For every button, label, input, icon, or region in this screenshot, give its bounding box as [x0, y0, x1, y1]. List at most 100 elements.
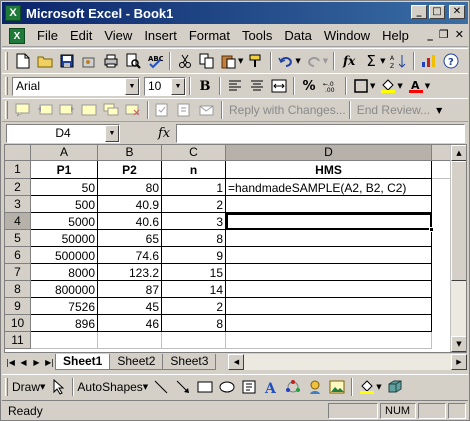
cell-d2[interactable]: =handmadeSAMPLE(A2, B2, C2): [226, 179, 432, 196]
print-preview-icon[interactable]: [123, 51, 143, 71]
cell-c11[interactable]: [162, 332, 226, 349]
row-header[interactable]: 4: [5, 213, 31, 230]
cell-b4[interactable]: 40.6: [98, 213, 162, 230]
borders-icon[interactable]: [351, 76, 371, 96]
oval-icon[interactable]: [217, 377, 237, 397]
cell-a4[interactable]: 5000: [31, 213, 98, 230]
scroll-down-button[interactable]: ▼: [451, 336, 466, 352]
arrow-icon[interactable]: [173, 377, 193, 397]
minimize-button[interactable]: _: [411, 5, 427, 19]
show-all-comments-icon[interactable]: [101, 100, 121, 120]
redo-dropdown-arrow[interactable]: ▼: [323, 57, 328, 65]
row-header[interactable]: 10: [5, 315, 31, 332]
scroll-up-button[interactable]: ▲: [451, 145, 466, 161]
font-name-dropdown[interactable]: Arial ▼: [12, 76, 140, 96]
percent-style-icon[interactable]: %: [299, 76, 319, 96]
toolbar-grip[interactable]: [5, 52, 8, 70]
title-bar[interactable]: X Microsoft Excel - Book1 _ □ ✕: [2, 2, 468, 24]
toolbar-options-arrow[interactable]: ▼: [436, 106, 442, 115]
cell-d8[interactable]: [226, 281, 432, 298]
name-box-dropdown-arrow[interactable]: ▼: [105, 124, 119, 142]
cell-a11[interactable]: [31, 332, 98, 349]
cell-b8[interactable]: 87: [98, 281, 162, 298]
chart-wizard-icon[interactable]: [419, 51, 439, 71]
borders-dropdown-arrow[interactable]: ▼: [370, 82, 375, 90]
sort-ascending-icon[interactable]: AZ: [389, 51, 409, 71]
cell-c7[interactable]: 15: [162, 264, 226, 281]
cell-a2[interactable]: 50: [31, 179, 98, 196]
track-changes-icon[interactable]: [153, 100, 173, 120]
first-sheet-button[interactable]: |◀: [4, 355, 17, 370]
cell-c10[interactable]: 8: [162, 315, 226, 332]
row-header[interactable]: 2: [5, 179, 31, 196]
draw-fill-color-dropdown-arrow[interactable]: ▼: [376, 383, 381, 391]
sheet-tab-sheet2[interactable]: Sheet2: [109, 354, 164, 370]
insert-function-button[interactable]: fx: [158, 126, 170, 141]
cell-b11[interactable]: [98, 332, 162, 349]
cell-d9[interactable]: [226, 298, 432, 315]
header-cell-b1[interactable]: P2: [98, 161, 162, 179]
increase-decimal-icon[interactable]: ←.0.00: [321, 76, 341, 96]
autosum-icon[interactable]: Σ: [361, 51, 381, 71]
cell-a7[interactable]: 8000: [31, 264, 98, 281]
row-header[interactable]: 3: [5, 196, 31, 213]
cell-d6[interactable]: [226, 247, 432, 264]
fill-color-icon[interactable]: [378, 76, 398, 96]
cell-b10[interactable]: 46: [98, 315, 162, 332]
cell-c5[interactable]: 8: [162, 230, 226, 247]
align-left-icon[interactable]: [225, 76, 245, 96]
next-sheet-button[interactable]: ▶: [30, 355, 43, 370]
font-color-dropdown-arrow[interactable]: ▼: [425, 82, 430, 90]
row-header[interactable]: 6: [5, 247, 31, 264]
sheet-tab-sheet3[interactable]: Sheet3: [162, 354, 217, 370]
doc-restore-icon[interactable]: ❐: [439, 28, 449, 41]
header-cell-d1[interactable]: HMS: [226, 161, 432, 179]
toolbar-grip[interactable]: [5, 77, 8, 95]
diagram-icon[interactable]: [283, 377, 303, 397]
toolbar-grip[interactable]: [5, 101, 8, 119]
column-header-c[interactable]: C: [162, 145, 226, 161]
cell-d10[interactable]: [226, 315, 432, 332]
cell-b3[interactable]: 40.9: [98, 196, 162, 213]
font-size-dropdown[interactable]: 10 ▼: [144, 76, 186, 96]
send-to-mail-icon[interactable]: [197, 100, 217, 120]
fill-color-dropdown-arrow[interactable]: ▼: [397, 82, 402, 90]
vertical-scrollbar[interactable]: ▲ ▼: [450, 145, 466, 352]
draw-menu-button[interactable]: Draw: [12, 380, 40, 394]
header-cell-a1[interactable]: P1: [31, 161, 98, 179]
print-icon[interactable]: [101, 51, 121, 71]
select-objects-icon[interactable]: [48, 377, 68, 397]
row-header[interactable]: 7: [5, 264, 31, 281]
save-icon[interactable]: [57, 51, 77, 71]
cell-c2[interactable]: 1: [162, 179, 226, 196]
help-icon[interactable]: ?: [441, 51, 461, 71]
spelling-icon[interactable]: ABC: [145, 51, 165, 71]
doc-close-icon[interactable]: ✕: [455, 28, 464, 41]
cell-a8[interactable]: 800000: [31, 281, 98, 298]
wordart-icon[interactable]: A: [261, 377, 281, 397]
cell-c9[interactable]: 2: [162, 298, 226, 315]
row-header[interactable]: 11: [5, 332, 31, 349]
cell-a5[interactable]: 50000: [31, 230, 98, 247]
toolbar-grip[interactable]: [5, 377, 8, 396]
cell-d11[interactable]: [226, 332, 432, 349]
draw-fill-color-icon[interactable]: [357, 377, 377, 397]
active-cell-d4[interactable]: [226, 213, 434, 232]
line-icon[interactable]: [151, 377, 171, 397]
scroll-right-button[interactable]: ▶: [451, 354, 467, 370]
clip-art-icon[interactable]: [305, 377, 325, 397]
merge-and-center-icon[interactable]: [269, 76, 289, 96]
cell-c8[interactable]: 14: [162, 281, 226, 298]
menu-edit[interactable]: Edit: [64, 28, 98, 43]
header-cell-c1[interactable]: n: [162, 161, 226, 179]
open-icon[interactable]: [35, 51, 55, 71]
undo-icon[interactable]: [276, 51, 296, 71]
menu-tools[interactable]: Tools: [236, 28, 278, 43]
vertical-scroll-thumb[interactable]: [451, 161, 466, 281]
redo-icon[interactable]: [304, 51, 324, 71]
show-comment-icon[interactable]: [79, 100, 99, 120]
cell-e1[interactable]: [432, 161, 452, 179]
cell-c6[interactable]: 9: [162, 247, 226, 264]
row-header[interactable]: 8: [5, 281, 31, 298]
cell-a3[interactable]: 500: [31, 196, 98, 213]
